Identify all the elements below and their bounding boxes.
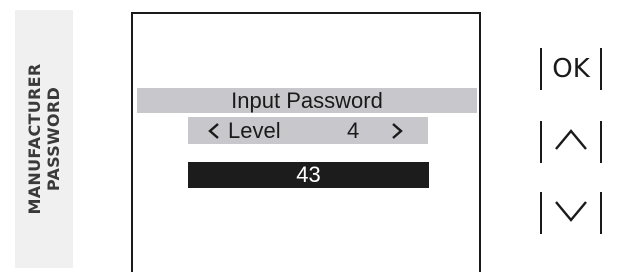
side-tab-label: MANUFACTURER PASSWORD bbox=[25, 63, 63, 215]
level-label: Level bbox=[228, 118, 281, 143]
chevron-right-icon[interactable] bbox=[390, 117, 408, 144]
down-button[interactable] bbox=[540, 192, 602, 234]
arrow-up-icon bbox=[555, 129, 587, 150]
level-selector[interactable]: Level 4 bbox=[188, 117, 428, 144]
arrow-down-icon bbox=[555, 201, 587, 222]
up-button[interactable] bbox=[540, 121, 602, 163]
ok-button[interactable]: OK bbox=[540, 48, 602, 90]
chevron-left-icon[interactable] bbox=[207, 117, 225, 144]
password-field[interactable]: 43 bbox=[188, 162, 429, 188]
screen-title: Input Password bbox=[137, 88, 477, 113]
device-display: Input Password Level 4 43 bbox=[131, 12, 481, 272]
level-value: 4 bbox=[347, 118, 360, 143]
